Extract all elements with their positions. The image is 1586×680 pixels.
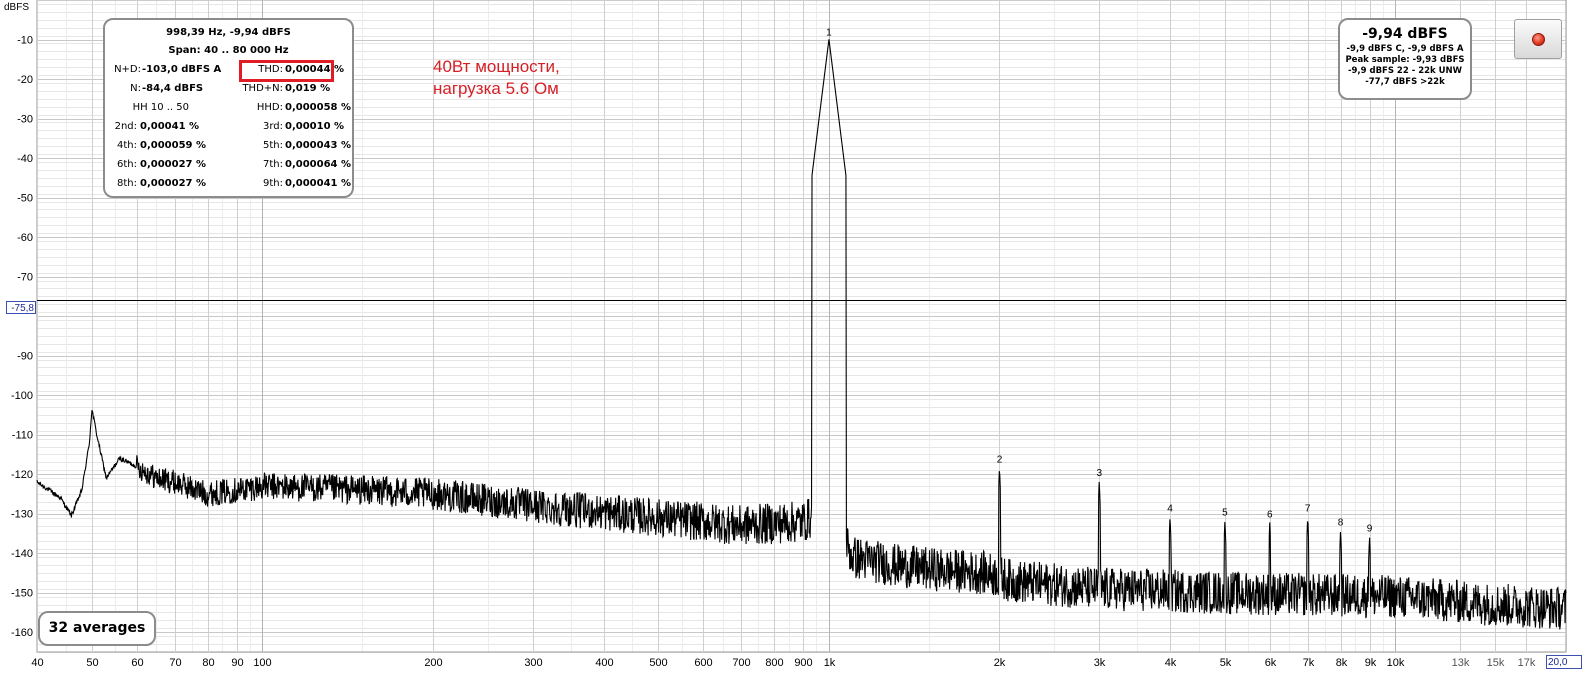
h2-value: 0,00041 % — [140, 121, 200, 132]
x-tick-label: 15k — [1487, 657, 1505, 669]
hhd-value: 0,000058 % — [285, 102, 352, 113]
y-tick-label: -150 — [11, 588, 33, 600]
y-tick-label: -50 — [17, 193, 33, 205]
averages-panel[interactable]: 32 averages — [38, 611, 156, 646]
annotation-line-1: 40Вт мощности, — [433, 57, 560, 76]
x-tick-label: 17k — [1518, 657, 1536, 669]
x-tick-label: 13k — [1452, 657, 1470, 669]
distortion-stats-panel[interactable]: 998,39 Hz, -9,94 dBFS Span: 40 .. 80 000… — [103, 18, 354, 198]
y-tick-label: -70 — [17, 272, 33, 284]
x-tick-label: 6k — [1265, 657, 1277, 669]
x-tick-label: 90 — [231, 657, 243, 669]
level-readout-panel[interactable]: -9,94 dBFS -9,9 dBFS C, -9,9 dBFS A Peak… — [1338, 18, 1472, 100]
x-tick-label: 900 — [794, 657, 812, 669]
h9-label: 9th: — [263, 178, 283, 189]
harmonic-label-4: 4 — [1167, 504, 1173, 515]
h4-value: 0,000059 % — [140, 140, 207, 151]
record-icon — [1532, 33, 1545, 46]
x-tick-label: 9k — [1365, 657, 1377, 669]
x-tick-label: 70 — [169, 657, 181, 669]
x-tick-label: 600 — [694, 657, 712, 669]
h2-label: 2nd: — [114, 121, 137, 132]
averages-label: 32 averages — [48, 620, 146, 636]
thdn-value: 0,019 % — [285, 83, 331, 94]
y-cursor-readout[interactable]: -75,8 — [6, 301, 36, 314]
x-tick-label: 700 — [732, 657, 750, 669]
x-tick-label: 10k — [1387, 657, 1405, 669]
x-tick-label: 5k — [1220, 657, 1232, 669]
x-tick-label: 800 — [765, 657, 783, 669]
thdn-label: THD+N: — [242, 83, 283, 94]
x-tick-label: 80 — [202, 657, 214, 669]
harmonic-label-2: 2 — [997, 454, 1003, 465]
x-tick-label: 400 — [595, 657, 613, 669]
y-tick-label: -130 — [11, 509, 33, 521]
level-unweighted: -9,9 dBFS 22 - 22k UNW — [1347, 66, 1463, 76]
y-tick-label: -20 — [17, 74, 33, 86]
n-value: -84,4 dBFS — [142, 83, 204, 94]
hh-label: HH 10 .. 50 — [132, 102, 189, 113]
annotation-line-2: нагрузка 5.6 Ом — [433, 79, 559, 98]
h8-label: 8th: — [117, 178, 137, 189]
nd-value: -103,0 dBFS A — [142, 64, 222, 75]
harmonic-label-9: 9 — [1367, 523, 1373, 534]
level-weighted: -9,9 dBFS C, -9,9 dBFS A — [1346, 44, 1464, 54]
span-readout: Span: 40 .. 80 000 Hz — [168, 45, 289, 56]
harmonic-label-7: 7 — [1305, 504, 1311, 515]
x-tick-label: 500 — [649, 657, 667, 669]
harmonic-label-5: 5 — [1222, 508, 1228, 519]
y-tick-label: -30 — [17, 114, 33, 126]
y-tick-label: -10 — [17, 35, 33, 47]
x-tick-label: 7k — [1303, 657, 1315, 669]
thd-highlight-box — [239, 60, 334, 82]
x-tick-label: 300 — [524, 657, 542, 669]
harmonic-label-8: 8 — [1338, 518, 1344, 529]
level-above-22k: -77,7 dBFS >22k — [1365, 77, 1445, 87]
y-tick-label: -40 — [17, 153, 33, 165]
y-tick-label: -120 — [11, 469, 33, 481]
hhd-label: HHD: — [256, 102, 283, 113]
x-axis-tick-labels: 40 50 60 70 80 90 100 200 300 400 500 600 700 800 900 1… — [31, 657, 1535, 669]
x-tick-label: 3k — [1094, 657, 1106, 669]
n-label: N: — [130, 83, 141, 94]
level-peak-sample: Peak sample: -9,93 dBFS — [1345, 55, 1465, 65]
y-tick-label: -100 — [11, 390, 33, 402]
x-tick-label: 2k — [994, 657, 1006, 669]
y-tick-label: -110 — [12, 430, 33, 442]
h8-value: 0,000027 % — [140, 178, 207, 189]
h9-value: 0,000041 % — [285, 178, 352, 189]
annotation-text: 40Вт мощности, нагрузка 5.6 Ом — [433, 56, 560, 100]
y-axis-tick-labels: -10 -20 -30 -40 -50 -60 -70 -90 -100 -110 -120 -130… — [11, 35, 33, 640]
x-end-readout[interactable]: 20,0 — [1546, 655, 1582, 669]
x-tick-label: 60 — [131, 657, 143, 669]
x-tick-label: 1k — [824, 657, 836, 669]
freq-level-readout: 998,39 Hz, -9,94 dBFS — [166, 27, 291, 38]
h6-label: 6th: — [117, 159, 137, 170]
harmonic-label-6: 6 — [1267, 510, 1273, 521]
x-tick-label: 100 — [253, 657, 271, 669]
y-axis-title: dBFS — [4, 2, 29, 13]
h5-value: 0,000043 % — [285, 140, 352, 151]
h5-label: 5th: — [263, 140, 283, 151]
x-tick-label: 4k — [1165, 657, 1177, 669]
x-tick-label: 200 — [424, 657, 442, 669]
x-tick-label: 40 — [31, 657, 43, 669]
h6-value: 0,000027 % — [140, 159, 207, 170]
h7-value: 0,000064 % — [285, 159, 352, 170]
record-button[interactable] — [1514, 19, 1562, 59]
harmonic-label-3: 3 — [1096, 468, 1102, 479]
level-main-value: -9,94 dBFS — [1362, 26, 1448, 42]
y-tick-label: -60 — [17, 232, 33, 244]
h4-label: 4th: — [117, 140, 137, 151]
y-tick-label: -90 — [17, 351, 33, 363]
h3-value: 0,00010 % — [285, 121, 345, 132]
y-tick-label: -140 — [11, 548, 33, 560]
h7-label: 7th: — [263, 159, 283, 170]
y-tick-label: -160 — [11, 627, 33, 639]
x-tick-label: 8k — [1336, 657, 1348, 669]
h3-label: 3rd: — [262, 121, 283, 132]
harmonic-label-1: 1 — [826, 27, 832, 38]
nd-label: N+D: — [114, 64, 141, 75]
x-tick-label: 50 — [86, 657, 98, 669]
